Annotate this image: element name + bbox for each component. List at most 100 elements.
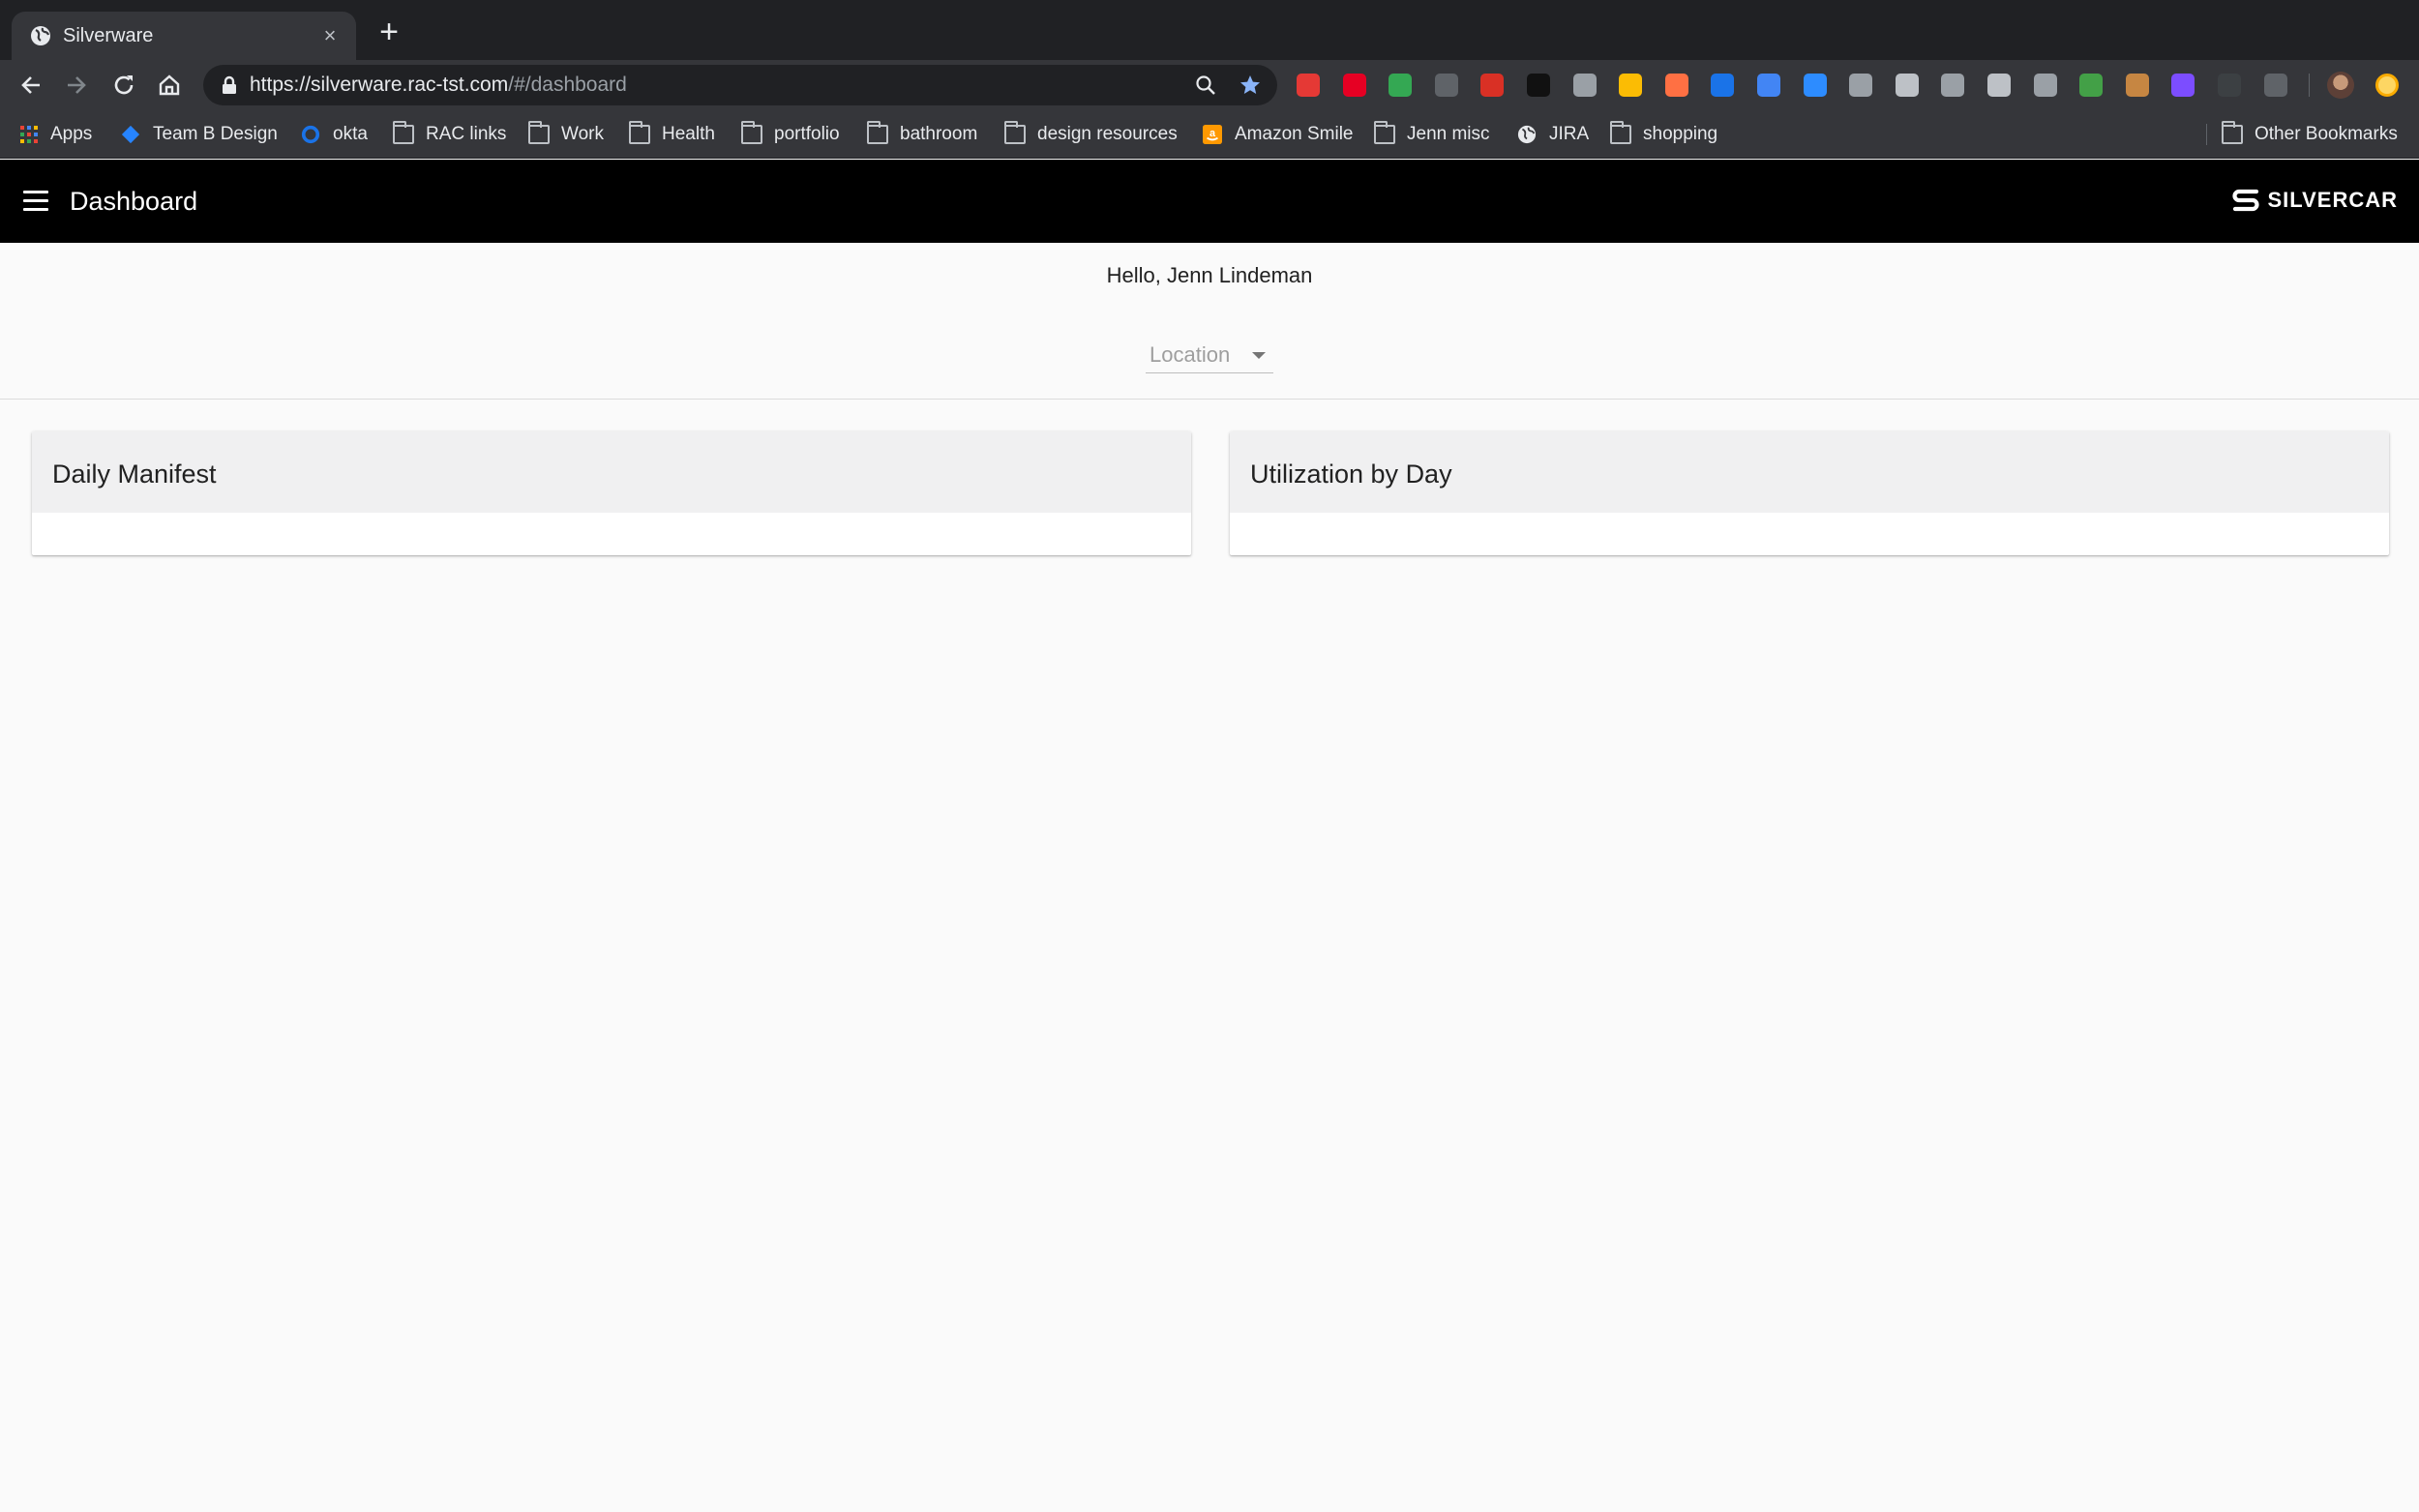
folder-icon: [1610, 121, 1631, 144]
ext-pinterest-icon[interactable]: [1342, 74, 1366, 97]
url-text[interactable]: https://silverware.rac-tst.com/#/dashboa…: [250, 74, 627, 96]
lock-icon[interactable]: [221, 75, 238, 95]
ext-color-wheel-icon[interactable]: [1619, 74, 1643, 97]
card-header: Daily Manifest: [32, 431, 1191, 513]
ext-speech-icon[interactable]: [2033, 74, 2057, 97]
bookmark-portfolio[interactable]: portfolio: [741, 121, 840, 147]
bookmark-label: Other Bookmarks: [2255, 124, 2398, 144]
ext-dots-icon[interactable]: [2171, 74, 2195, 97]
ext-zoom-icon[interactable]: [1803, 74, 1827, 97]
bookmark-label: Apps: [50, 124, 93, 144]
bookmark-label: design resources: [1037, 124, 1178, 144]
ext-u-icon[interactable]: [1941, 74, 1965, 97]
daily-manifest-card: Daily Manifest: [32, 431, 1191, 555]
ext-red-hand-icon[interactable]: [1297, 74, 1320, 97]
section-divider: [0, 399, 2419, 400]
bookmarks-divider: [2206, 124, 2207, 145]
update-indicator-icon[interactable]: [2375, 74, 2399, 97]
card-header: Utilization by Day: [1230, 431, 2389, 513]
folder-icon: [867, 121, 888, 144]
bookmark-rac-links[interactable]: RAC links: [393, 121, 507, 147]
bookmark-design-resources[interactable]: design resources: [1004, 121, 1178, 147]
folder-icon: [393, 121, 414, 144]
svg-text:a: a: [1210, 128, 1216, 139]
ext-blue-circle-icon[interactable]: [1711, 74, 1735, 97]
bookmark-label: bathroom: [900, 124, 978, 144]
bookmark-label: Health: [662, 124, 715, 144]
jira-diamond-icon: [121, 125, 140, 144]
greeting-text: Hello, Jenn Lindeman: [1106, 263, 1313, 287]
ext-grey-icon[interactable]: [1434, 74, 1458, 97]
folder-icon: [629, 121, 650, 144]
back-icon[interactable]: [16, 71, 45, 100]
bookmark-label: JIRA: [1549, 124, 1590, 144]
brand-name: SILVERCAR: [2267, 188, 2398, 212]
ext-qr-icon[interactable]: [1572, 74, 1597, 97]
okta-icon: [301, 125, 320, 144]
bookmark-shopping[interactable]: shopping: [1610, 121, 1718, 147]
bookmark-bathroom[interactable]: bathroom: [867, 121, 978, 147]
bookmark-label: Amazon Smile: [1235, 124, 1354, 144]
new-tab-button[interactable]: +: [375, 15, 403, 48]
ext-camera-icon[interactable]: [1895, 74, 1919, 97]
silvercar-logo-icon: [2231, 189, 2259, 212]
dropdown-arrow-icon: [1252, 352, 1266, 359]
ext-monitor-icon[interactable]: [1849, 74, 1873, 97]
globe-icon: [1517, 125, 1537, 144]
ext-cookie-icon[interactable]: [2125, 74, 2149, 97]
bookmark-label: shopping: [1643, 124, 1718, 144]
bookmark-label: portfolio: [774, 124, 840, 144]
card-title: Utilization by Day: [1250, 460, 1452, 489]
bookmark-label: Jenn misc: [1407, 124, 1490, 144]
bookmark-amazon-smile[interactable]: a Amazon Smile: [1202, 122, 1354, 147]
bookmarks-bar: Apps Team B Design okta RAC links Work H…: [0, 110, 2419, 159]
location-select[interactable]: Location: [1146, 339, 1273, 373]
url-path: /#/dashboard: [508, 74, 627, 96]
ext-pen-icon[interactable]: [2079, 74, 2104, 97]
home-icon[interactable]: [155, 71, 184, 100]
bookmark-label: Team B Design: [153, 124, 278, 144]
toolbar-divider: [2309, 74, 2310, 97]
globe-icon: [31, 26, 50, 45]
ext-wt-icon[interactable]: [2263, 74, 2287, 97]
folder-icon: [741, 121, 762, 144]
ext-bird-icon[interactable]: [1527, 74, 1550, 97]
search-zoom-icon[interactable]: [1194, 74, 1217, 97]
amazon-icon: a: [1203, 125, 1222, 144]
forward-icon[interactable]: [62, 71, 91, 100]
browser-toolbar: https://silverware.rac-tst.com/#/dashboa…: [0, 60, 2419, 110]
hamburger-menu-icon[interactable]: [23, 191, 48, 212]
bookmark-label: RAC links: [426, 124, 507, 144]
ext-rainbow-icon[interactable]: [1664, 74, 1688, 97]
apps-grid-icon: [20, 126, 38, 143]
ext-dark-icon[interactable]: [2218, 74, 2241, 97]
location-placeholder: Location: [1150, 342, 1231, 367]
folder-icon: [1004, 121, 1026, 144]
folder-icon: [1374, 121, 1395, 144]
close-tab-icon[interactable]: ×: [317, 23, 343, 48]
bookmark-team-b-design[interactable]: Team B Design: [120, 122, 278, 147]
browser-tab-strip: Silverware × +: [0, 0, 2419, 60]
bookmark-label: okta: [333, 124, 368, 144]
ext-calendar-icon[interactable]: [1480, 74, 1505, 97]
bookmark-health[interactable]: Health: [629, 121, 715, 147]
bookmark-work[interactable]: Work: [528, 121, 604, 147]
bookmark-star-icon[interactable]: [1239, 74, 1262, 97]
brand-logo[interactable]: SILVERCAR: [2231, 188, 2399, 213]
ext-link-icon[interactable]: [1757, 74, 1780, 97]
profile-avatar[interactable]: [2327, 72, 2354, 99]
browser-tab[interactable]: Silverware ×: [12, 12, 356, 60]
address-bar[interactable]: https://silverware.rac-tst.com/#/dashboa…: [203, 65, 1277, 105]
reload-icon[interactable]: [109, 71, 138, 100]
bookmark-apps[interactable]: Apps: [19, 122, 92, 147]
bookmark-label: Work: [561, 124, 604, 144]
folder-icon: [2222, 121, 2243, 144]
bookmark-okta[interactable]: okta: [300, 122, 368, 147]
ext-page-icon[interactable]: [1987, 74, 2011, 97]
bookmark-jira[interactable]: JIRA: [1516, 122, 1589, 147]
app-header: Dashboard SILVERCAR: [0, 160, 2419, 243]
bookmark-other-bookmarks[interactable]: Other Bookmarks: [2222, 121, 2398, 147]
page-title: Dashboard: [70, 187, 198, 216]
bookmark-jenn-misc[interactable]: Jenn misc: [1374, 121, 1490, 147]
ext-screenshot-icon[interactable]: [1389, 74, 1413, 97]
